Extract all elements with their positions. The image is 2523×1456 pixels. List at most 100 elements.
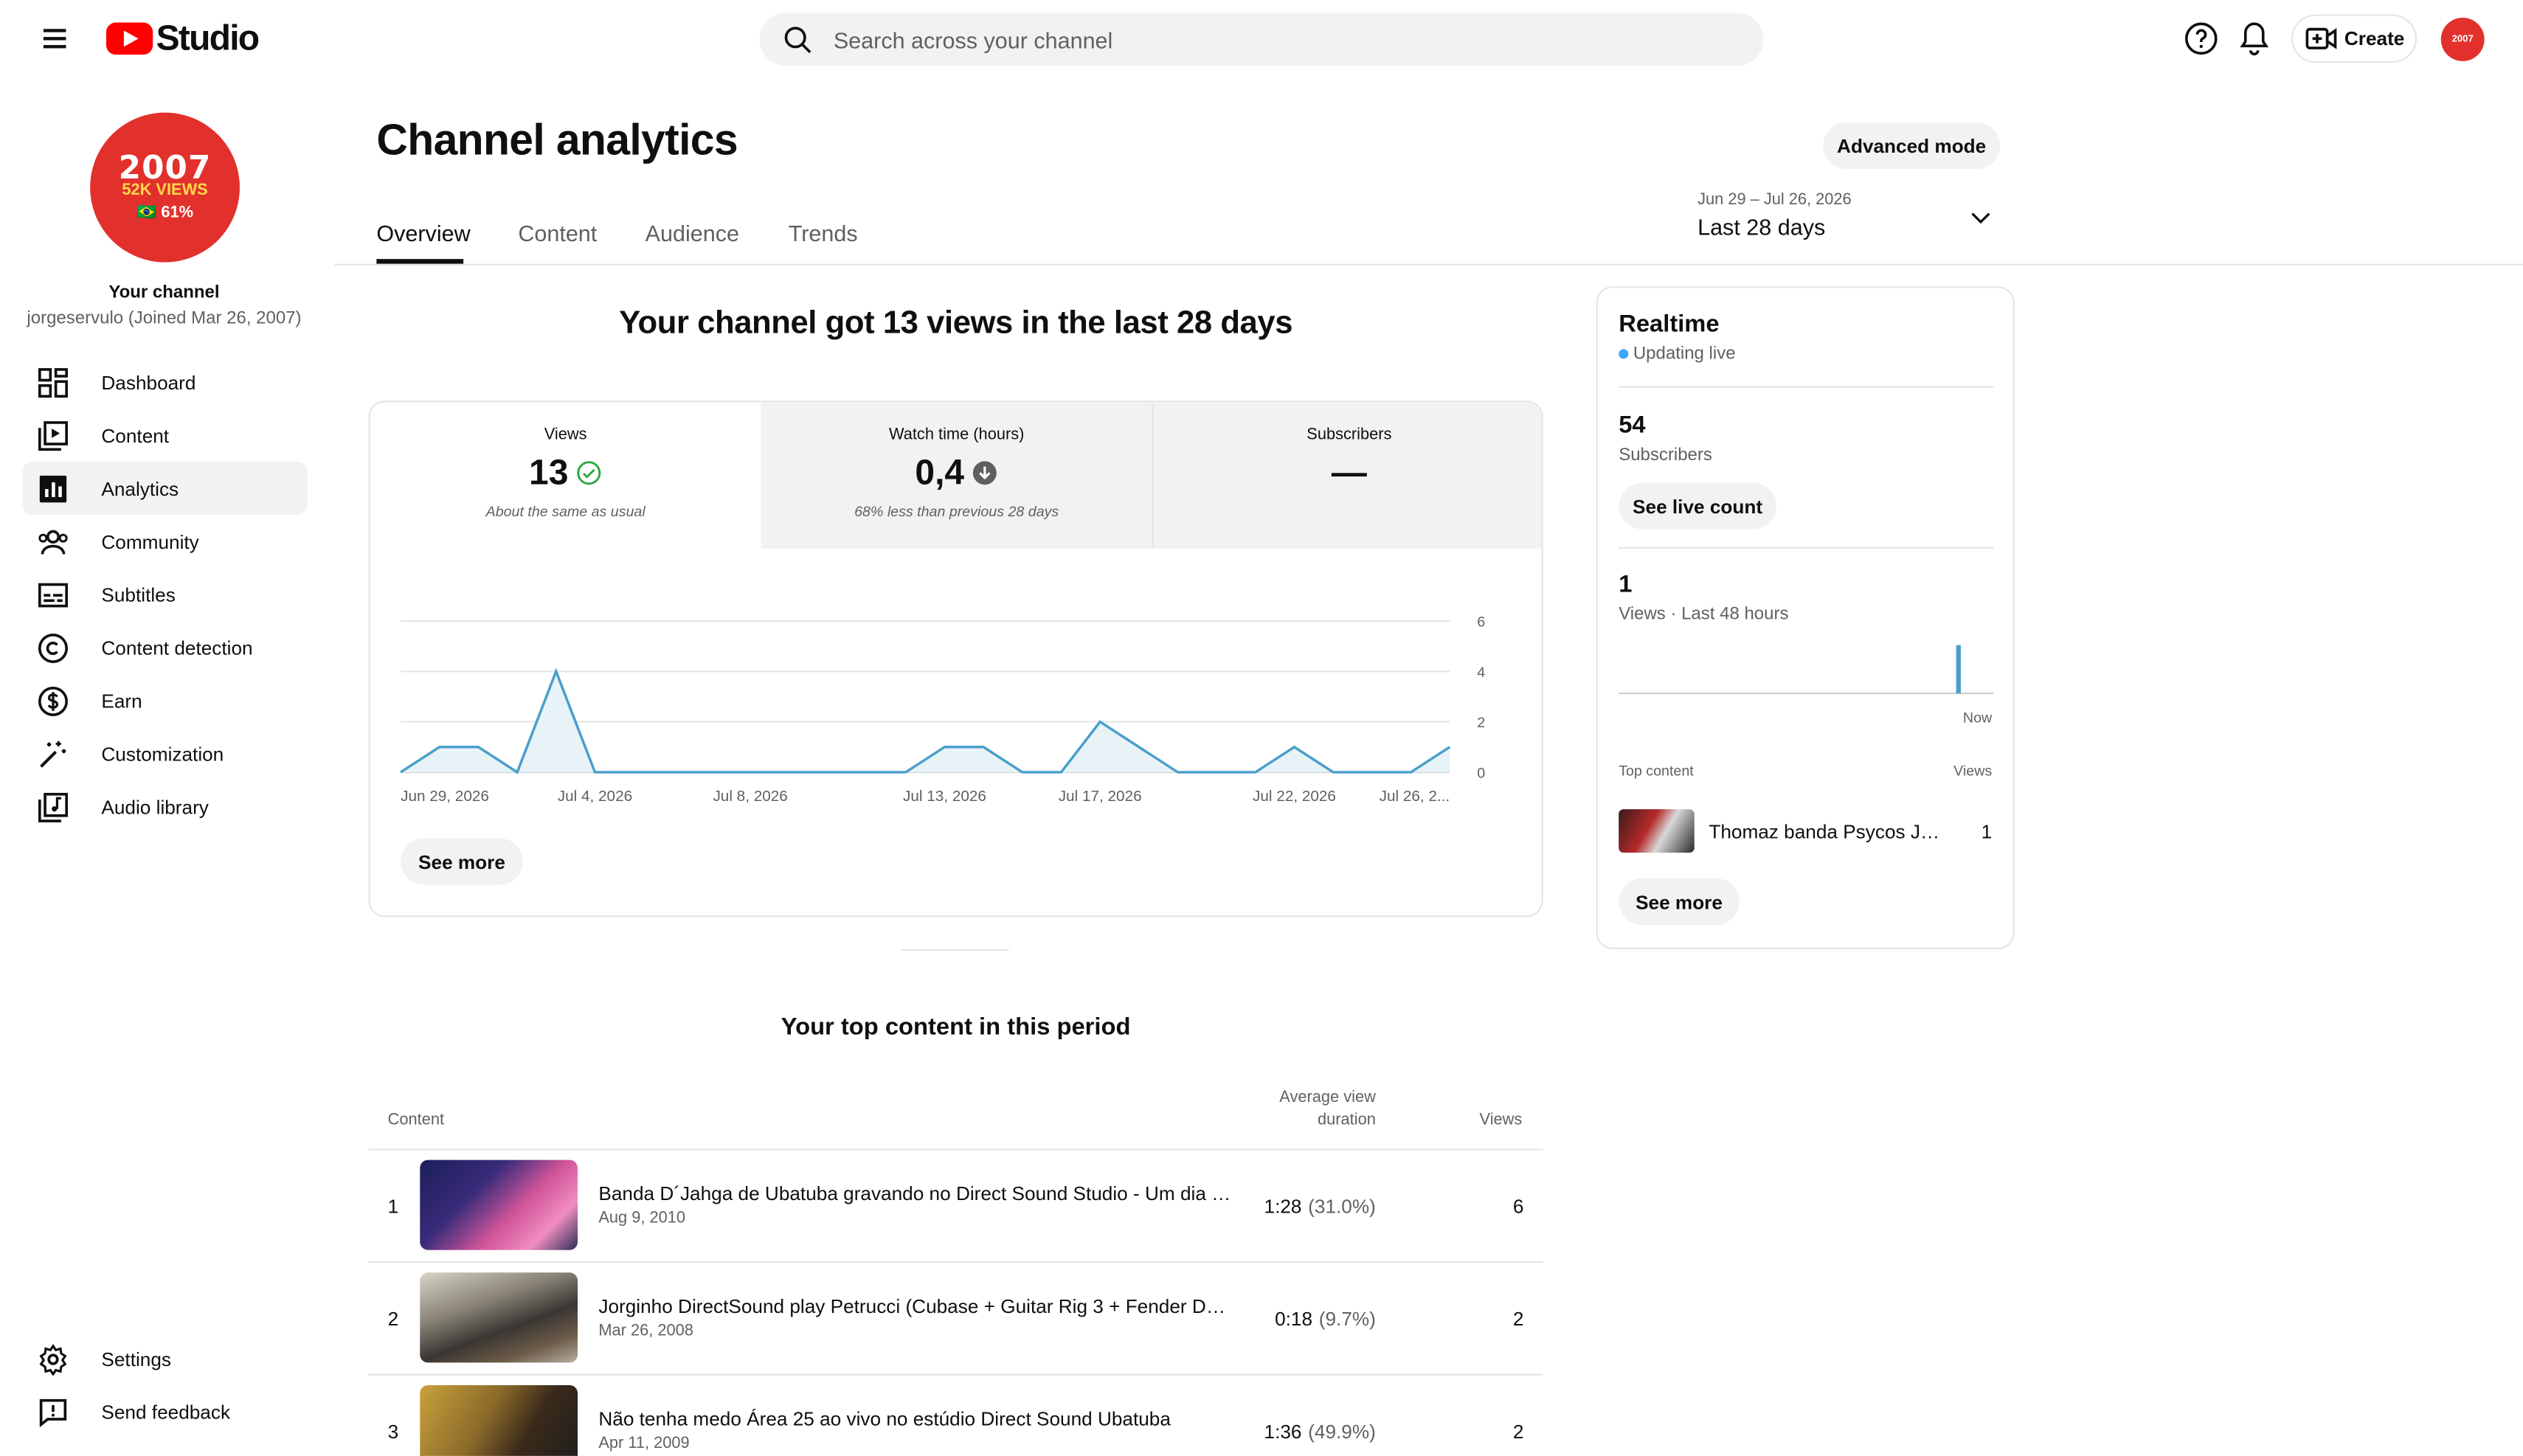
row-views: 6 — [1512, 1195, 1524, 1218]
account-avatar[interactable]: 2007 — [2440, 17, 2485, 61]
sidebar-item-audio-library[interactable]: Audio library — [23, 780, 308, 833]
top-content-views-label: Views — [1953, 762, 1993, 779]
video-title[interactable]: Jorginho DirectSound play Petrucci (Cuba… — [598, 1295, 1234, 1318]
analytics-icon — [39, 475, 67, 503]
section-separator — [901, 949, 1009, 951]
realtime-status-text: Updating live — [1633, 344, 1736, 364]
realtime-status: Updating live — [1619, 344, 1736, 364]
x-tick-label: Jul 17, 2026 — [1059, 788, 1142, 805]
search-icon[interactable] — [782, 24, 814, 57]
create-button[interactable]: Create — [2291, 14, 2418, 63]
column-header-avd-line2: duration — [1318, 1112, 1376, 1130]
metric-watch-time[interactable]: Watch time (hours) 0,4 68% less than pre… — [761, 402, 1152, 549]
check-circle-icon — [577, 461, 601, 485]
avd-time: 1:28 — [1264, 1195, 1302, 1218]
search-input[interactable] — [833, 13, 1735, 66]
video-thumbnail[interactable] — [420, 1272, 578, 1363]
menu-icon[interactable] — [35, 19, 74, 58]
sidebar-item-analytics[interactable]: Analytics — [22, 461, 308, 515]
notifications-bell-icon[interactable] — [2237, 19, 2272, 58]
channel-label: Your channel — [108, 282, 220, 303]
realtime-see-more-button[interactable]: See more — [1619, 878, 1740, 926]
realtime-video-title[interactable]: Thomaz banda Psycos Ja... — [1709, 820, 1942, 843]
tab-content[interactable]: Content — [518, 221, 597, 246]
metrics-card: Views 13 About the same as usual Watch t… — [368, 401, 1543, 918]
sidebar-item-content[interactable]: Content — [23, 409, 308, 462]
top-bar: Studio Create 2007 — [0, 0, 2523, 77]
views-line-chart: 0 2 4 6 Jun 29, 2026 Jul 4, 2026 Jul 8, 2026 Ju… — [400, 614, 1485, 805]
row-views: 2 — [1512, 1308, 1524, 1331]
video-thumbnail[interactable] — [420, 1384, 578, 1456]
tab-overview[interactable]: Overview — [376, 221, 470, 246]
sidebar-item-dashboard[interactable]: Dashboard — [23, 356, 308, 409]
sidebar-item-settings[interactable]: Settings — [23, 1332, 308, 1385]
x-tick-label: Jul 26, 2... — [1380, 788, 1450, 805]
realtime-video-thumbnail[interactable] — [1619, 809, 1695, 853]
column-header-views: Views — [1479, 1112, 1523, 1130]
create-label: Create — [2344, 27, 2405, 50]
realtime-card: Realtime Updating live 54 Subscribers Se… — [1596, 286, 2015, 949]
video-thumbnail[interactable] — [420, 1159, 578, 1250]
copyright-icon — [38, 633, 68, 663]
video-title[interactable]: Não tenha medo Área 25 ao vivo no estúdi… — [598, 1407, 1234, 1430]
metric-title: Subscribers — [1307, 426, 1392, 444]
row-rank: 3 — [387, 1420, 399, 1443]
realtime-subscribers-label: Subscribers — [1619, 446, 1712, 465]
see-more-button[interactable]: See more — [401, 838, 523, 885]
live-dot-icon — [1619, 349, 1629, 359]
metric-value-wrap: 13 — [370, 452, 761, 494]
avg-view-duration: 1:36 (49.9%) — [1264, 1421, 1376, 1443]
table-row[interactable]: 3 Não tenha medo Área 25 ao vivo no estú… — [368, 1376, 1543, 1456]
top-content-title: Your top content in this period — [781, 1013, 1131, 1041]
y-tick-label: 2 — [1477, 715, 1485, 731]
help-icon[interactable] — [2184, 21, 2219, 56]
avd-time: 1:36 — [1264, 1420, 1302, 1443]
tab-trends[interactable]: Trends — [789, 221, 858, 246]
advanced-mode-button[interactable]: Advanced mode — [1823, 122, 2001, 170]
metric-views[interactable]: Views 13 About the same as usual — [370, 402, 761, 548]
date-range-label[interactable]: Last 28 days — [1697, 214, 1825, 240]
channel-avatar[interactable]: 2007 52K VIEWS 🇧🇷 61% — [90, 112, 240, 263]
see-live-count-button[interactable]: See live count — [1619, 482, 1776, 530]
metric-subscribers[interactable]: Subscribers — — [1152, 402, 1542, 549]
metric-note: 68% less than previous 28 days — [854, 503, 1059, 520]
x-tick-label: Jul 13, 2026 — [903, 788, 986, 805]
sidebar-item-earn[interactable]: Earn — [23, 674, 308, 727]
feedback-icon — [39, 1398, 67, 1428]
sidebar-item-community[interactable]: Community — [23, 515, 308, 568]
studio-logo[interactable]: Studio — [105, 18, 260, 60]
table-row[interactable]: 2 Jorginho DirectSound play Petrucci (Cu… — [368, 1263, 1543, 1373]
overview-headline: Your channel got 13 views in the last 28… — [619, 305, 1293, 342]
metric-title: Watch time (hours) — [888, 426, 1025, 444]
y-tick-label: 0 — [1477, 766, 1485, 782]
sidebar-item-subtitles[interactable]: Subtitles — [23, 568, 308, 621]
x-tick-label: Jun 29, 2026 — [401, 788, 489, 805]
tab-audience[interactable]: Audience — [646, 221, 739, 246]
chevron-down-icon[interactable] — [1966, 203, 1995, 232]
table-row[interactable]: 1 Banda D´Jahga de Ubatuba gravando no D… — [368, 1151, 1543, 1261]
top-content-label: Top content — [1619, 762, 1694, 779]
sidebar-item-send-feedback[interactable]: Send feedback — [23, 1385, 308, 1438]
column-header-avd-line1: Average view — [1279, 1089, 1376, 1107]
video-date: Aug 9, 2010 — [598, 1210, 686, 1228]
subtitles-icon — [38, 583, 68, 608]
realtime-title: Realtime — [1619, 310, 1720, 339]
realtime-subscribers-value: 54 — [1619, 412, 1646, 440]
dollar-icon — [38, 686, 68, 716]
search-bar[interactable] — [759, 13, 1764, 66]
date-range[interactable]: Jun 29 – Jul 26, 2026 — [1697, 192, 1852, 209]
avd-percent: (49.9%) — [1308, 1420, 1376, 1443]
gear-icon — [39, 1344, 67, 1376]
sidebar-item-label: Audio library — [101, 796, 209, 819]
sidebar-item-content-detection[interactable]: Content detection — [23, 621, 308, 674]
column-header-content: Content — [387, 1112, 445, 1130]
channel-avatar-line3: 🇧🇷 61% — [136, 204, 194, 222]
video-title[interactable]: Banda D´Jahga de Ubatuba gravando no Dir… — [598, 1182, 1234, 1205]
realtime-divider — [1619, 547, 1994, 549]
sidebar-item-customization[interactable]: Customization — [23, 727, 308, 780]
community-icon — [38, 530, 68, 555]
realtime-views-chart — [1619, 645, 1994, 695]
realtime-views-value: 1 — [1619, 571, 1633, 599]
sidebar-item-label: Earn — [101, 690, 142, 713]
arrow-down-circle-icon — [973, 461, 997, 485]
